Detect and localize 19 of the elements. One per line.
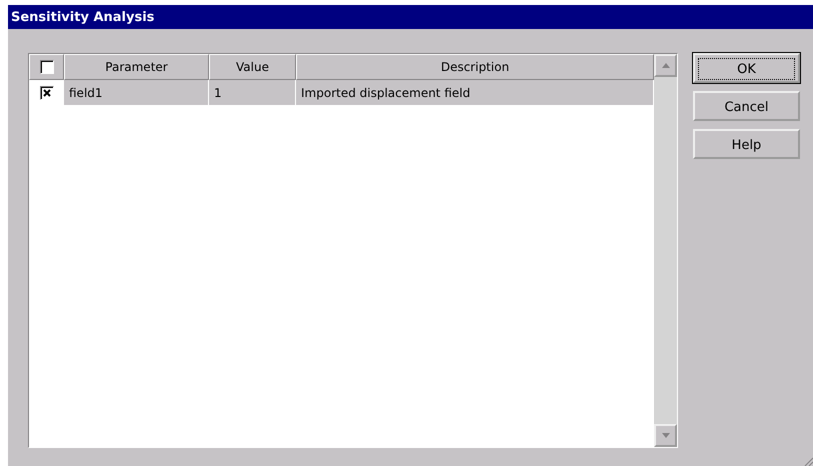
- scrollbar[interactable]: [654, 54, 677, 447]
- scroll-down-button[interactable]: [654, 424, 677, 447]
- dialog-button[interactable]: Cancel: [693, 91, 800, 121]
- resize-grip-icon[interactable]: [803, 456, 813, 466]
- column-header[interactable]: Description: [296, 54, 654, 80]
- table-cell: field1: [64, 80, 209, 106]
- dialog-button[interactable]: OK: [693, 53, 800, 83]
- dialog-button[interactable]: Help: [693, 129, 800, 159]
- checkbox[interactable]: [40, 60, 54, 74]
- cross-icon: [42, 89, 50, 97]
- scroll-up-button[interactable]: [654, 54, 677, 77]
- table-cell: Imported displacement field: [296, 80, 654, 106]
- up-arrow-icon: [662, 63, 670, 68]
- table-row[interactable]: field1 1 Imported displacement field: [29, 80, 654, 106]
- table-cell: 1: [209, 80, 296, 106]
- down-arrow-icon: [662, 433, 670, 438]
- window-title: Sensitivity Analysis: [8, 5, 813, 29]
- column-header[interactable]: Parameter: [64, 54, 209, 80]
- column-header[interactable]: Value: [209, 54, 296, 80]
